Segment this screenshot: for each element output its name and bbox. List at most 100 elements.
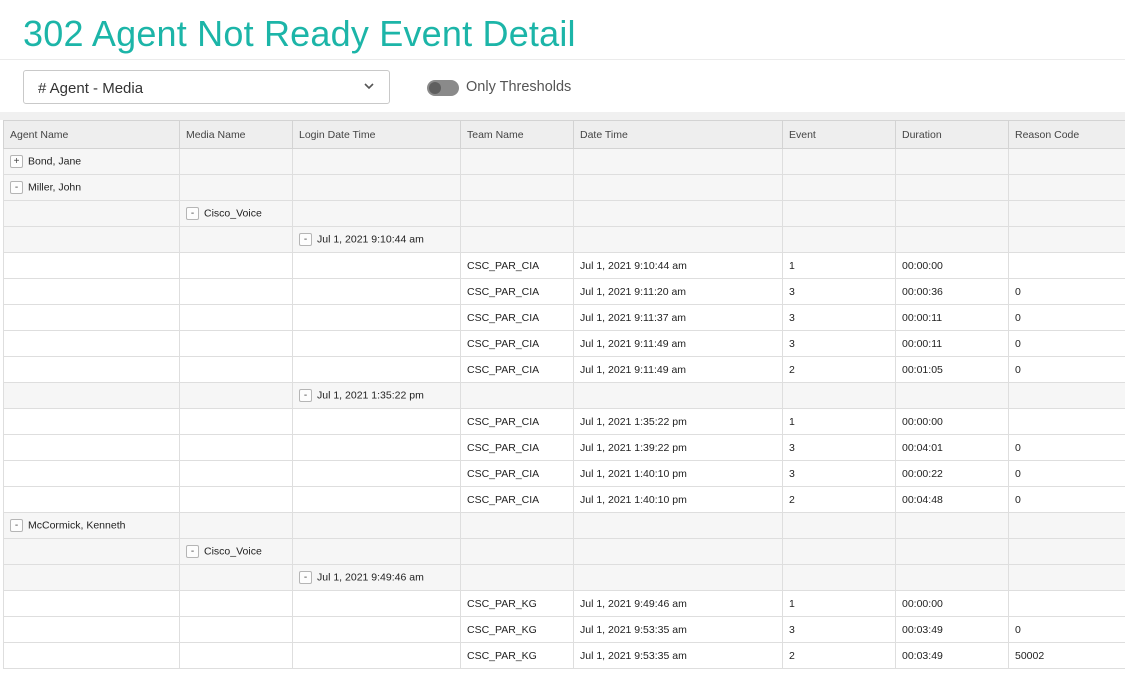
title-divider <box>0 59 1125 60</box>
cell-media-name <box>179 356 293 383</box>
collapse-button[interactable]: - <box>299 571 312 584</box>
report-grid-container[interactable]: Agent Name Media Name Login Date Time Te… <box>3 120 1125 689</box>
column-header-event[interactable]: Event <box>782 120 896 149</box>
cell-login-date-time <box>292 434 461 461</box>
agent-group-row: + Bond, Jane <box>3 148 1125 175</box>
cell-reason-code <box>1008 252 1125 279</box>
empty-cell <box>3 226 180 253</box>
grouping-select-value: # Agent - Media <box>38 80 144 97</box>
login-group-label: Jul 1, 2021 9:49:46 am <box>317 571 424 584</box>
only-thresholds-toggle[interactable] <box>427 80 459 96</box>
login-group-label: Jul 1, 2021 1:35:22 pm <box>317 389 424 402</box>
cell-duration: 00:00:00 <box>895 408 1009 435</box>
cell-date-time: Jul 1, 2021 9:10:44 am <box>573 252 783 279</box>
cell-duration: 00:00:11 <box>895 304 1009 331</box>
cell-login-date-time <box>292 486 461 513</box>
cell-event: 1 <box>782 590 896 617</box>
cell-agent-name <box>3 486 180 513</box>
column-header-reason-code[interactable]: Reason Code <box>1008 120 1125 149</box>
media-group-cell: - Cisco_Voice <box>179 200 293 227</box>
empty-cell <box>573 226 783 253</box>
empty-cell <box>895 200 1009 227</box>
cell-duration: 00:01:05 <box>895 356 1009 383</box>
cell-duration: 00:00:00 <box>895 252 1009 279</box>
cell-date-time: Jul 1, 2021 9:53:35 am <box>573 642 783 669</box>
cell-agent-name <box>3 460 180 487</box>
cell-media-name <box>179 642 293 669</box>
table-row: CSC_PAR_CIA Jul 1, 2021 1:39:22 pm 3 00:04:… <box>3 434 1125 461</box>
collapse-button[interactable]: - <box>10 181 23 194</box>
empty-cell <box>179 512 293 539</box>
table-row: CSC_PAR_KG Jul 1, 2021 9:53:35 am 3 00:03:4… <box>3 616 1125 643</box>
column-header-duration[interactable]: Duration <box>895 120 1009 149</box>
empty-cell <box>782 148 896 175</box>
cell-reason-code: 50002 <box>1008 642 1125 669</box>
empty-cell <box>573 174 783 201</box>
empty-cell <box>1008 382 1125 409</box>
grouping-select[interactable]: # Agent - Media <box>23 70 390 104</box>
cell-event: 2 <box>782 642 896 669</box>
cell-agent-name <box>3 590 180 617</box>
empty-cell <box>460 226 574 253</box>
empty-cell <box>573 538 783 565</box>
cell-event: 1 <box>782 252 896 279</box>
cell-media-name <box>179 590 293 617</box>
media-group-label: Cisco_Voice <box>204 545 262 558</box>
empty-cell <box>3 538 180 565</box>
cell-login-date-time <box>292 408 461 435</box>
empty-cell <box>292 512 461 539</box>
empty-cell <box>292 538 461 565</box>
empty-cell <box>782 512 896 539</box>
cell-reason-code: 0 <box>1008 356 1125 383</box>
empty-cell <box>292 174 461 201</box>
column-header-agent-name[interactable]: Agent Name <box>3 120 180 149</box>
empty-cell <box>1008 174 1125 201</box>
collapse-button[interactable]: - <box>186 545 199 558</box>
cell-team-name: CSC_PAR_CIA <box>460 278 574 305</box>
empty-cell <box>573 564 783 591</box>
cell-date-time: Jul 1, 2021 9:11:20 am <box>573 278 783 305</box>
cell-login-date-time <box>292 278 461 305</box>
agent-group-cell: + Bond, Jane <box>3 148 180 175</box>
empty-cell <box>1008 226 1125 253</box>
empty-cell <box>460 148 574 175</box>
collapse-button[interactable]: - <box>186 207 199 220</box>
empty-cell <box>3 200 180 227</box>
column-header-team-name[interactable]: Team Name <box>460 120 574 149</box>
collapse-button[interactable]: - <box>10 519 23 532</box>
cell-media-name <box>179 252 293 279</box>
table-row: CSC_PAR_CIA Jul 1, 2021 9:11:49 am 2 00:01:… <box>3 356 1125 383</box>
empty-cell <box>895 226 1009 253</box>
empty-cell <box>895 538 1009 565</box>
cell-team-name: CSC_PAR_KG <box>460 590 574 617</box>
grid-header-row: Agent Name Media Name Login Date Time Te… <box>3 120 1125 149</box>
collapse-button[interactable]: - <box>299 233 312 246</box>
cell-media-name <box>179 304 293 331</box>
agent-group-cell: - McCormick, Kenneth <box>3 512 180 539</box>
cell-media-name <box>179 434 293 461</box>
cell-agent-name <box>3 330 180 357</box>
collapse-button[interactable]: - <box>299 389 312 402</box>
media-group-label: Cisco_Voice <box>204 207 262 220</box>
login-group-row: - Jul 1, 2021 1:35:22 pm <box>3 382 1125 409</box>
agent-group-cell: - Miller, John <box>3 174 180 201</box>
empty-cell <box>895 148 1009 175</box>
cell-date-time: Jul 1, 2021 1:35:22 pm <box>573 408 783 435</box>
cell-duration: 00:00:11 <box>895 330 1009 357</box>
column-header-login-date-time[interactable]: Login Date Time <box>292 120 461 149</box>
expand-button[interactable]: + <box>10 155 23 168</box>
table-row: CSC_PAR_CIA Jul 1, 2021 1:40:10 pm 3 00:00:… <box>3 460 1125 487</box>
report-grid: Agent Name Media Name Login Date Time Te… <box>3 120 1125 669</box>
table-row: CSC_PAR_CIA Jul 1, 2021 1:35:22 pm 1 00:00:… <box>3 408 1125 435</box>
toggle-knob <box>429 82 441 94</box>
cell-duration: 00:00:00 <box>895 590 1009 617</box>
cell-agent-name <box>3 434 180 461</box>
cell-agent-name <box>3 304 180 331</box>
column-header-media-name[interactable]: Media Name <box>179 120 293 149</box>
cell-reason-code: 0 <box>1008 304 1125 331</box>
cell-media-name <box>179 408 293 435</box>
empty-cell <box>179 174 293 201</box>
cell-agent-name <box>3 356 180 383</box>
column-header-date-time[interactable]: Date Time <box>573 120 783 149</box>
cell-duration: 00:04:48 <box>895 486 1009 513</box>
